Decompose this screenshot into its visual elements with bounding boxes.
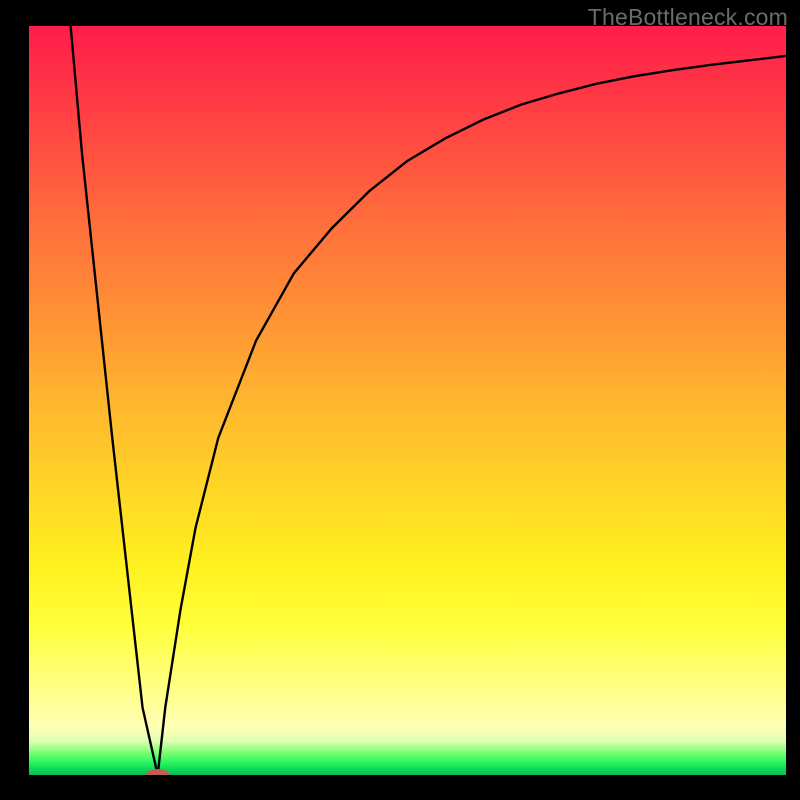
- minimum-marker: [146, 769, 170, 775]
- curve-right-branch: [158, 56, 786, 775]
- chart-svg: [29, 26, 786, 775]
- plot-area: [29, 26, 786, 775]
- curve-left-branch: [71, 26, 158, 775]
- chart-frame: TheBottleneck.com: [0, 0, 800, 800]
